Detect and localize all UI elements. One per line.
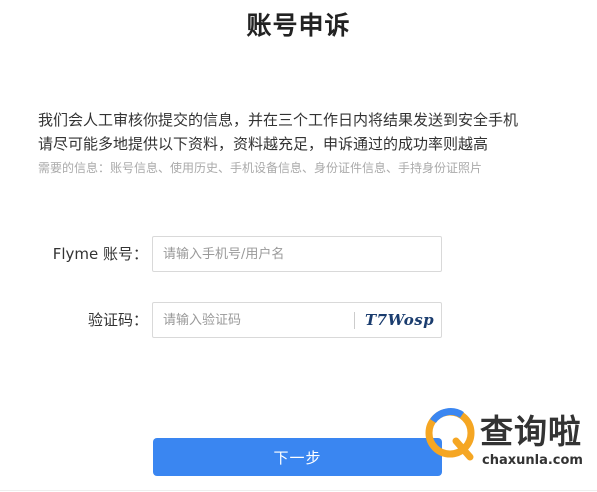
captcha-image[interactable]: T7Wosp — [365, 303, 434, 337]
watermark: 查询啦 chaxunla.com — [420, 395, 597, 485]
captcha-label: 验证码： — [87, 311, 148, 329]
magnifier-q-logo-icon — [424, 405, 480, 465]
captcha-field[interactable]: T7Wosp — [152, 302, 442, 338]
intro-line-1: 我们会人工审核你提交的信息，并在三个工作日内将结果发送到安全手机 — [38, 111, 519, 129]
intro-text: 我们会人工审核你提交的信息，并在三个工作日内将结果发送到安全手机 请尽可能多地提… — [38, 108, 578, 156]
page-title: 账号申诉 — [246, 11, 351, 40]
account-row: Flyme 账号： — [0, 236, 597, 272]
next-step-button[interactable]: 下一步 — [153, 438, 442, 476]
captcha-divider — [354, 312, 355, 329]
intro-line-2: 请尽可能多地提供以下资料，资料越充足，申诉通过的成功率则越高 — [38, 135, 489, 153]
watermark-text: 查询啦 — [480, 412, 582, 451]
watermark-url: chaxunla.com — [482, 453, 583, 468]
account-field[interactable] — [152, 236, 442, 272]
account-input[interactable] — [163, 237, 343, 271]
bottom-divider — [0, 490, 597, 491]
required-info-hint: 需要的信息：账号信息、使用历史、手机设备信息、身份证件信息、手持身份证照片 — [38, 161, 483, 175]
account-label: Flyme 账号： — [52, 245, 148, 263]
captcha-row: 验证码： T7Wosp — [0, 302, 597, 338]
captcha-input[interactable] — [163, 303, 343, 337]
